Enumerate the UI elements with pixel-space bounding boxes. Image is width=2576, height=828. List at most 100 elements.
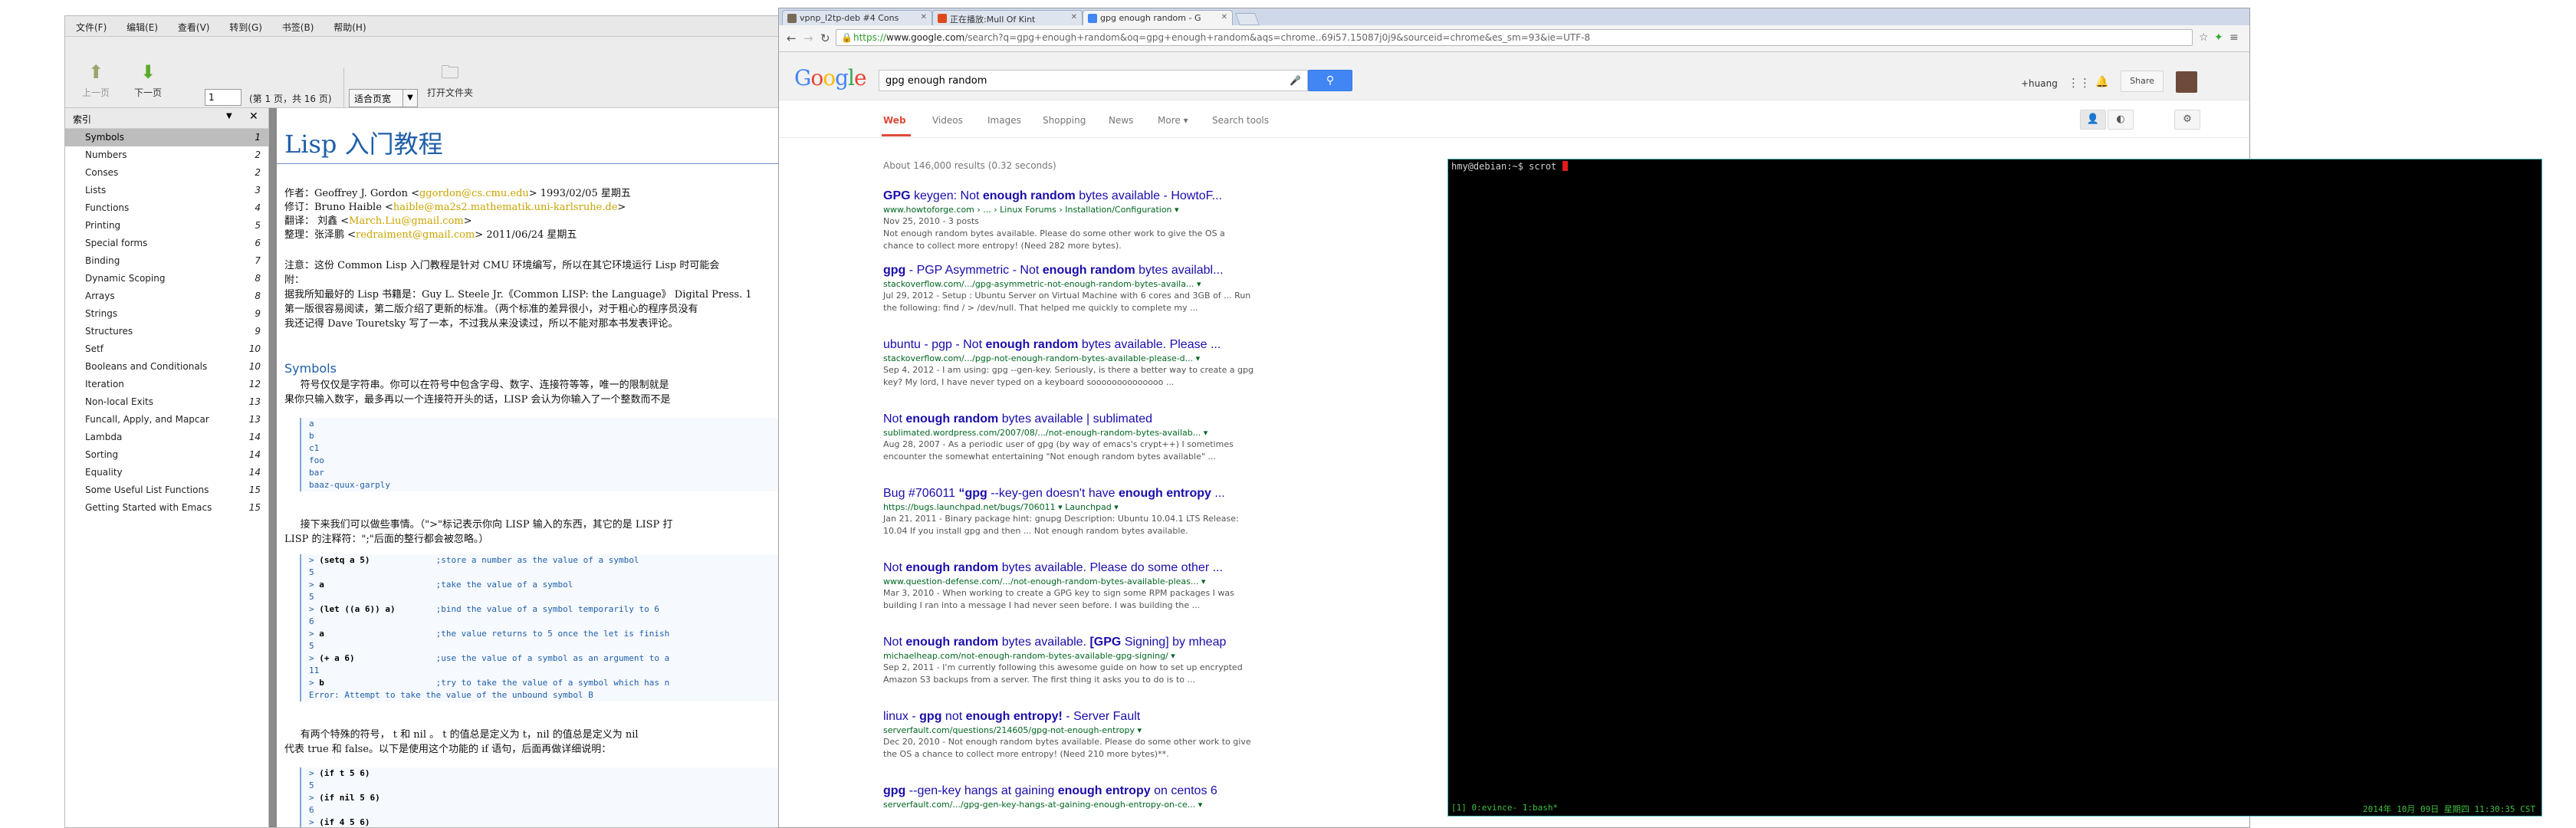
toc-item[interactable]: Symbols 1 [65, 129, 268, 146]
menu-bookmarks[interactable]: 书签(B) [271, 16, 320, 34]
result-url[interactable]: serverfault.com/.../gpg-gen-key-hangs-at… [883, 800, 1282, 810]
google-plus-user-link[interactable]: +huang [2021, 78, 2058, 89]
search-button[interactable]: ⚲ [1308, 70, 1352, 91]
toc-item-page: 10 [248, 343, 261, 354]
result-url[interactable]: sublimated.wordpress.com/2007/08/.../not… [883, 428, 1282, 438]
reload-icon[interactable]: ↻ [820, 31, 830, 45]
browser-tab-google[interactable]: gpg enough random - G ✕ [1083, 10, 1233, 25]
toc-item[interactable]: Sorting 14 [65, 446, 268, 464]
menu-edit[interactable]: 编辑(E) [116, 16, 164, 34]
menu-file[interactable]: 文件(F) [65, 16, 113, 34]
toc-item[interactable]: Structures 9 [65, 323, 268, 340]
logo-letter: e [854, 65, 867, 90]
previous-page-button[interactable]: ⬆ 上一页 [71, 61, 120, 109]
result-title-link[interactable]: Bug #706011 “gpg --key-gen doesn't have … [883, 487, 1282, 501]
email-link[interactable]: ggordon@cs.cmu.edu [419, 188, 529, 199]
result-url[interactable]: www.question-defense.com/.../not-enough-… [883, 577, 1282, 586]
toc-item[interactable]: Conses 2 [65, 164, 268, 182]
zoom-select[interactable]: 适合页宽 ▼ [349, 89, 418, 107]
terminal-window[interactable]: hmy@debian:~$ scrot [1] 0:evince- 1:bash… [1447, 159, 2542, 816]
tab-news[interactable]: News [1109, 115, 1133, 126]
tab-videos[interactable]: Videos [932, 115, 963, 126]
close-icon[interactable]: ✕ [1221, 13, 1227, 21]
document-view[interactable]: Lisp 入门教程 作者：Geoffrey J. Gordon <ggordon… [269, 108, 783, 827]
bookmark-star-icon[interactable]: ☆ [2199, 31, 2209, 44]
code-line: > (let ((a 6)) a) ;bind the value of a s… [301, 603, 783, 616]
toc-item[interactable]: Dynamic Scoping 8 [65, 270, 268, 288]
toc-item[interactable]: Arrays 8 [65, 288, 268, 305]
menu-view[interactable]: 查看(V) [167, 16, 216, 34]
extension-icon[interactable]: ✦ [2214, 31, 2223, 44]
toc-item[interactable]: Iteration 12 [65, 376, 268, 393]
address-bar[interactable]: 🔒 https://www.google.com/search?q=gpg+en… [836, 29, 2193, 46]
toc-item-title: Special forms [85, 238, 148, 248]
result-title-link[interactable]: Not enough random bytes available | subl… [883, 412, 1282, 426]
tab-more[interactable]: More ▾ [1158, 115, 1188, 126]
toc-item[interactable]: Setf 10 [65, 340, 268, 358]
toc-item[interactable]: Equality 14 [65, 464, 268, 481]
result-url[interactable]: https://bugs.launchpad.net/bugs/706011 ▾… [883, 502, 1282, 512]
tab-shopping[interactable]: Shopping [1043, 115, 1086, 126]
toc-item[interactable]: Lambda 14 [65, 429, 268, 446]
result-title-link[interactable]: gpg - PGP Asymmetric - Not enough random… [883, 264, 1282, 278]
chevron-down-icon[interactable]: ▼ [226, 112, 232, 120]
toc-item-title: Functions [85, 202, 130, 213]
menu-go[interactable]: 转到(G) [219, 16, 268, 34]
close-icon[interactable]: ✕ [1071, 13, 1077, 21]
toc-item[interactable]: Some Useful List Functions 15 [65, 481, 268, 499]
toc-item[interactable]: Special forms 6 [65, 235, 268, 252]
back-arrow-icon[interactable]: ← [787, 31, 797, 45]
email-link[interactable]: March.Liu@gmail.com [349, 215, 464, 227]
close-icon[interactable]: ✕ [921, 13, 927, 21]
email-link[interactable]: haible@ma2s2.mathematik.uni-karlsruhe.de [393, 202, 617, 213]
hide-personal-results-button[interactable]: ◐ [2108, 110, 2134, 130]
result-title-link[interactable]: Not enough random bytes available. [GPG … [883, 636, 1282, 649]
close-icon[interactable]: ✕ [249, 110, 258, 123]
toc-item[interactable]: Getting Started with Emacs 15 [65, 499, 268, 517]
google-logo[interactable]: Google [794, 65, 867, 90]
code-prompt: > [309, 604, 320, 614]
result-title-link[interactable]: Not enough random bytes available. Pleas… [883, 561, 1282, 575]
result-title-link[interactable]: gpg --gen-key hangs at gaining enough en… [883, 784, 1282, 798]
apps-grid-icon[interactable]: ⋮⋮ [2068, 76, 2091, 90]
result-url[interactable]: www.howtoforge.com › ... › Linux Forums … [883, 205, 1282, 215]
toc-item[interactable]: Functions 4 [65, 199, 268, 217]
page-number-input[interactable] [205, 89, 242, 106]
avatar[interactable] [2176, 71, 2197, 93]
result-title-link[interactable]: ubuntu - pgp - Not enough random bytes a… [883, 338, 1282, 352]
paragraph-line: 接下来我们可以做些事情。（">"标记表示你向 LISP 输入的东西，其它的是 L… [284, 519, 673, 531]
personal-results-button[interactable]: 👤 [2080, 110, 2106, 130]
toc-item[interactable]: Booleans and Conditionals 10 [65, 358, 268, 376]
settings-button[interactable]: ⚙ [2174, 110, 2200, 130]
tab-search-tools[interactable]: Search tools [1212, 115, 1269, 126]
open-folder-button[interactable]: 🗀 打开文件夹 [426, 61, 475, 109]
result-url[interactable]: serverfault.com/questions/214605/gpg-not… [883, 725, 1282, 735]
tab-web[interactable]: Web [883, 115, 906, 126]
toc-item[interactable]: Non-local Exits 13 [65, 393, 268, 411]
result-url[interactable]: michaelheap.com/not-enough-random-bytes-… [883, 651, 1282, 661]
result-url[interactable]: stackoverflow.com/.../pgp-not-enough-ran… [883, 353, 1282, 363]
toc-item[interactable]: Printing 5 [65, 217, 268, 235]
toc-item-page: 7 [255, 255, 261, 266]
result-url[interactable]: stackoverflow.com/.../gpg-asymmetric-not… [883, 279, 1282, 289]
new-tab-button[interactable] [1235, 13, 1260, 25]
email-link[interactable]: redraiment@gmail.com [356, 229, 475, 241]
toc-item[interactable]: Numbers 2 [65, 146, 268, 164]
browser-tab-jenkins[interactable]: vpnp_l2tp-deb #4 Cons ✕ [782, 10, 932, 25]
search-input[interactable]: gpg enough random 🎤 [879, 70, 1308, 91]
microphone-icon[interactable]: 🎤 [1290, 75, 1301, 86]
toc-item[interactable]: Lists 3 [65, 182, 268, 199]
toc-item[interactable]: Funcall, Apply, and Mapcar 13 [65, 411, 268, 429]
tab-images[interactable]: Images [987, 115, 1021, 126]
toc-item[interactable]: Binding 7 [65, 252, 268, 270]
result-title-link[interactable]: linux - gpg not enough entropy! - Server… [883, 710, 1282, 724]
forward-arrow-icon[interactable]: → [803, 31, 813, 45]
toc-item[interactable]: Strings 9 [65, 305, 268, 323]
next-page-button[interactable]: ⬇ 下一页 [123, 61, 172, 109]
menu-help[interactable]: 帮助(H) [323, 16, 372, 34]
browser-tab-youtube[interactable]: 正在播放:Mull Of Kint ✕ [932, 10, 1083, 25]
notifications-bell-icon[interactable]: 🔔 [2095, 76, 2108, 88]
share-button[interactable]: Share [2121, 71, 2164, 92]
result-title-link[interactable]: GPG keygen: Not enough random bytes avai… [883, 189, 1282, 203]
menu-icon[interactable]: ≡ [2229, 31, 2239, 44]
